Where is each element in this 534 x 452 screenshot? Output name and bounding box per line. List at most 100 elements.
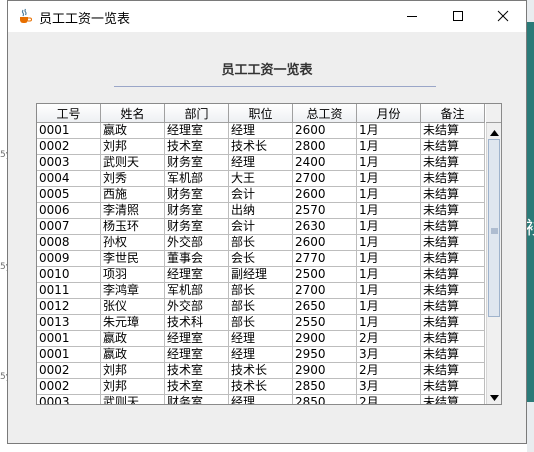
table-cell[interactable]: 2400 (293, 155, 357, 171)
table-cell[interactable]: 1月 (357, 283, 421, 299)
table-cell[interactable]: 未结算 (421, 123, 485, 139)
table-row[interactable]: 0002 刘邦 技术室 技术长 2850 3月 未结算 (37, 379, 485, 395)
table-cell[interactable]: 1月 (357, 219, 421, 235)
table-cell[interactable]: 1月 (357, 251, 421, 267)
table-cell[interactable]: 0006 (37, 203, 101, 219)
table-cell[interactable]: 1月 (357, 139, 421, 155)
table-cell[interactable]: 未结算 (421, 139, 485, 155)
table-row[interactable]: 0001 嬴政 经理室 经理 2950 3月 未结算 (37, 347, 485, 363)
table-cell[interactable]: 军机部 (165, 283, 229, 299)
table-row[interactable]: 0003 武则天 财务室 经理 2400 1月 未结算 (37, 155, 485, 171)
maximize-button[interactable] (435, 1, 481, 32)
table-cell[interactable]: 财务室 (165, 203, 229, 219)
table-cell[interactable]: 杨玉环 (101, 219, 165, 235)
table-cell[interactable]: 未结算 (421, 395, 485, 404)
table-cell[interactable]: 孙权 (101, 235, 165, 251)
table-cell[interactable]: 2630 (293, 219, 357, 235)
table-cell[interactable]: 嬴政 (101, 123, 165, 139)
table-cell[interactable]: 嬴政 (101, 347, 165, 363)
table-cell[interactable]: 大王 (229, 171, 293, 187)
table-cell[interactable]: 财务室 (165, 395, 229, 404)
table-cell[interactable]: 2650 (293, 299, 357, 315)
table-cell[interactable]: 2950 (293, 347, 357, 363)
table-cell[interactable]: 0009 (37, 251, 101, 267)
table-row[interactable]: 0002 刘邦 技术室 技术长 2800 1月 未结算 (37, 139, 485, 155)
table-cell[interactable]: 0001 (37, 123, 101, 139)
table-cell[interactable]: 未结算 (421, 347, 485, 363)
table-cell[interactable]: 0002 (37, 363, 101, 379)
table-cell[interactable]: 2850 (293, 395, 357, 404)
table-cell[interactable]: 1月 (357, 155, 421, 171)
scroll-thumb[interactable] (488, 139, 500, 317)
table-cell[interactable]: 未结算 (421, 251, 485, 267)
table-cell[interactable]: 部长 (229, 283, 293, 299)
table-cell[interactable]: 会计 (229, 187, 293, 203)
table-cell[interactable]: 未结算 (421, 203, 485, 219)
table-cell[interactable]: 0011 (37, 283, 101, 299)
table-cell[interactable]: 武则天 (101, 155, 165, 171)
table-cell[interactable]: 未结算 (421, 187, 485, 203)
table-cell[interactable]: 2900 (293, 363, 357, 379)
table-cell[interactable]: 经理 (229, 155, 293, 171)
table-row[interactable]: 0012 张仪 外交部 部长 2650 1月 未结算 (37, 299, 485, 315)
table-cell[interactable]: 武则天 (101, 395, 165, 404)
table-cell[interactable]: 1月 (357, 187, 421, 203)
vertical-scrollbar[interactable] (486, 123, 501, 404)
table-cell[interactable]: 刘邦 (101, 363, 165, 379)
table-cell[interactable]: 2570 (293, 203, 357, 219)
table-cell[interactable]: 技术科 (165, 315, 229, 331)
table-cell[interactable]: 2600 (293, 123, 357, 139)
table-cell[interactable]: 0001 (37, 347, 101, 363)
table-cell[interactable]: 西施 (101, 187, 165, 203)
table-cell[interactable]: 2800 (293, 139, 357, 155)
column-header[interactable]: 备注 (421, 104, 485, 123)
table-cell[interactable]: 未结算 (421, 267, 485, 283)
table-cell[interactable]: 0012 (37, 299, 101, 315)
table-cell[interactable]: 0005 (37, 187, 101, 203)
table-cell[interactable]: 经理 (229, 347, 293, 363)
table-cell[interactable]: 技术长 (229, 139, 293, 155)
title-bar[interactable]: 员工工资一览表 (8, 1, 526, 32)
table-cell[interactable]: 1月 (357, 203, 421, 219)
table-cell[interactable]: 0001 (37, 331, 101, 347)
table-row[interactable]: 0006 李清照 财务室 出纳 2570 1月 未结算 (37, 203, 485, 219)
table-cell[interactable]: 外交部 (165, 235, 229, 251)
table-cell[interactable]: 财务室 (165, 219, 229, 235)
table-cell[interactable]: 李鸿章 (101, 283, 165, 299)
table-cell[interactable]: 2月 (357, 395, 421, 404)
table-cell[interactable]: 经理室 (165, 267, 229, 283)
scroll-up-button[interactable] (487, 123, 501, 138)
table-row[interactable]: 0013 朱元璋 技术科 部长 2550 1月 未结算 (37, 315, 485, 331)
table-cell[interactable]: 技术室 (165, 363, 229, 379)
table-cell[interactable]: 2770 (293, 251, 357, 267)
close-button[interactable] (480, 1, 526, 32)
table-cell[interactable]: 1月 (357, 171, 421, 187)
table-cell[interactable]: 2900 (293, 331, 357, 347)
table-cell[interactable]: 1月 (357, 235, 421, 251)
table-cell[interactable]: 1月 (357, 315, 421, 331)
table-cell[interactable]: 0008 (37, 235, 101, 251)
table-cell[interactable]: 2700 (293, 283, 357, 299)
table-cell[interactable]: 0002 (37, 139, 101, 155)
table-cell[interactable]: 未结算 (421, 155, 485, 171)
table-cell[interactable]: 财务室 (165, 187, 229, 203)
table-cell[interactable]: 3月 (357, 379, 421, 395)
table-cell[interactable]: 2550 (293, 315, 357, 331)
table-cell[interactable]: 经理 (229, 123, 293, 139)
table-cell[interactable]: 0007 (37, 219, 101, 235)
table-cell[interactable]: 李清照 (101, 203, 165, 219)
table-cell[interactable]: 技术室 (165, 379, 229, 395)
table-row[interactable]: 0010 项羽 经理室 副经理 2500 1月 未结算 (37, 267, 485, 283)
column-header[interactable]: 月份 (357, 104, 421, 123)
table-cell[interactable]: 外交部 (165, 299, 229, 315)
table-cell[interactable]: 2850 (293, 379, 357, 395)
table-cell[interactable]: 未结算 (421, 363, 485, 379)
table-cell[interactable]: 0003 (37, 155, 101, 171)
table-cell[interactable]: 军机部 (165, 171, 229, 187)
table-cell[interactable]: 张仪 (101, 299, 165, 315)
column-header[interactable]: 总工资 (293, 104, 357, 123)
scroll-down-button[interactable] (487, 388, 501, 403)
table-cell[interactable]: 部长 (229, 299, 293, 315)
table-cell[interactable]: 刘邦 (101, 379, 165, 395)
table-cell[interactable]: 2500 (293, 267, 357, 283)
